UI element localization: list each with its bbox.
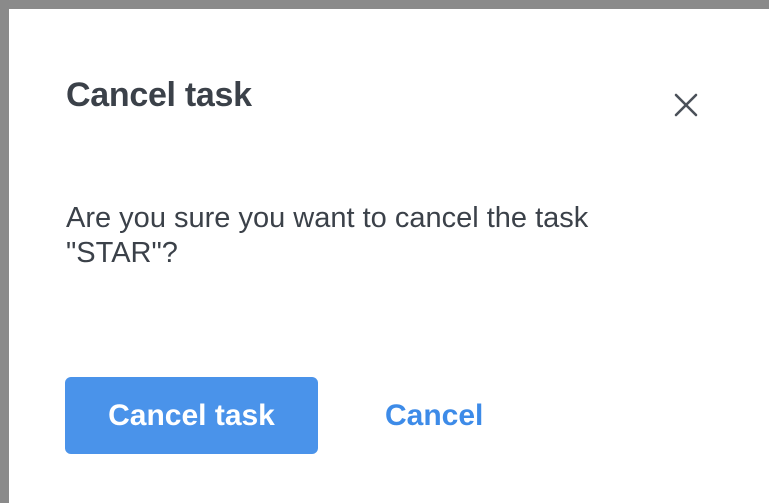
dialog-title: Cancel task <box>66 76 252 114</box>
cancel-task-button[interactable]: Cancel task <box>65 377 318 454</box>
dialog-message: Are you sure you want to cancel the task… <box>66 201 746 271</box>
cancel-task-dialog: Cancel task Are you sure you want to can… <box>0 0 769 503</box>
dialog-message-line1: Are you sure you want to cancel the task <box>66 202 589 234</box>
close-icon <box>674 93 698 117</box>
close-button[interactable] <box>667 86 705 124</box>
cancel-button[interactable]: Cancel <box>369 377 499 454</box>
dialog-message-line2: "STAR"? <box>66 237 178 269</box>
